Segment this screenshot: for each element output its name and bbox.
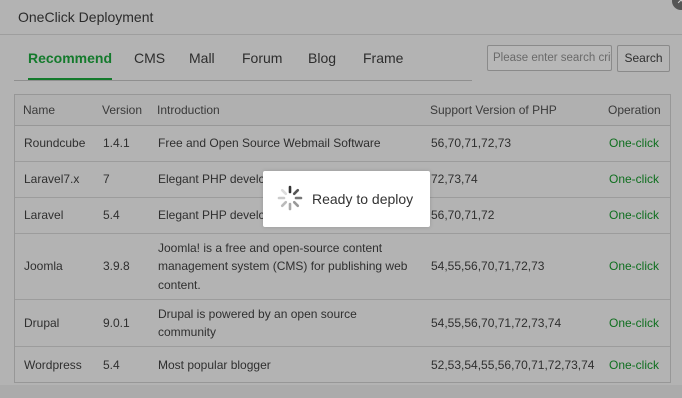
one-click-link[interactable]: One-click <box>600 347 670 383</box>
cell-name: Laravel <box>15 197 94 234</box>
one-click-link[interactable]: One-click <box>600 197 670 234</box>
cell-intro: Most popular blogger <box>158 357 271 372</box>
loading-toast: Ready to deploy <box>263 171 430 227</box>
cell-version: 1.4.1 <box>94 125 149 162</box>
cell-php: 54,55,56,70,71,72,73,74 <box>422 299 600 347</box>
cell-version: 7 <box>94 161 149 198</box>
col-introduction: Introduction <box>149 95 422 126</box>
apps-table: Name Version Introduction Support Versio… <box>14 94 671 383</box>
cell-php: 72,73,74 <box>422 161 600 198</box>
tab-forum[interactable]: Forum <box>242 40 282 78</box>
tab-frame[interactable]: Frame <box>363 40 403 78</box>
col-operation: Operation <box>600 95 670 126</box>
cell-intro: Joomla! is a free and open-source conten… <box>149 233 422 300</box>
category-tabs: Recommend CMS Mall Forum Blog Frame <box>14 40 472 81</box>
cell-php: 56,70,71,72,73 <box>422 125 600 162</box>
tab-mall[interactable]: Mall <box>189 40 215 78</box>
dialog-title: OneClick Deployment <box>0 0 682 35</box>
cell-name: Laravel7.x <box>15 161 94 198</box>
spinner-icon <box>277 185 303 211</box>
bottom-strip <box>0 385 682 398</box>
cell-name: Roundcube <box>15 125 94 162</box>
one-click-link[interactable]: One-click <box>600 161 670 198</box>
table-row: Wordpress 5.4 Most popular blogger 52,53… <box>15 347 670 383</box>
col-name: Name <box>15 95 94 126</box>
cell-name: Wordpress <box>24 357 82 372</box>
cell-version: 5.4 <box>94 197 149 234</box>
table-row: Joomla 3.9.8 Joomla! is a free and open-… <box>15 233 670 300</box>
cell-version: 3.9.8 <box>94 233 149 300</box>
cell-php: 52,53,54,55,56,70,71,72,73,74 <box>431 357 595 372</box>
col-php: Support Version of PHP <box>422 95 600 126</box>
table-header: Name Version Introduction Support Versio… <box>15 95 670 126</box>
cell-version: 9.0.1 <box>94 299 149 347</box>
table-row: Roundcube 1.4.1 Free and Open Source Web… <box>15 125 670 162</box>
one-click-link[interactable]: One-click <box>600 233 670 300</box>
cell-name: Joomla <box>15 233 94 300</box>
tab-recommend[interactable]: Recommend <box>28 40 113 80</box>
loading-text: Ready to deploy <box>312 191 414 207</box>
cell-php: 56,70,71,72 <box>422 197 600 234</box>
one-click-link[interactable]: One-click <box>600 299 670 347</box>
search-input[interactable]: Please enter search crit <box>487 45 612 71</box>
cell-intro: Free and Open Source Webmail Software <box>149 125 422 162</box>
table-row: Drupal 9.0.1 Drupal is powered by an ope… <box>15 299 670 347</box>
col-version: Version <box>94 95 149 126</box>
tab-blog[interactable]: Blog <box>308 40 336 78</box>
search-button[interactable]: Search <box>617 45 670 72</box>
cell-intro: Drupal is powered by an open source comm… <box>149 299 422 347</box>
cell-name: Drupal <box>15 299 94 347</box>
cell-php: 54,55,56,70,71,72,73 <box>422 233 600 300</box>
one-click-link[interactable]: One-click <box>600 125 670 162</box>
tab-cms[interactable]: CMS <box>134 40 165 78</box>
cell-version: 5.4 <box>103 357 120 372</box>
